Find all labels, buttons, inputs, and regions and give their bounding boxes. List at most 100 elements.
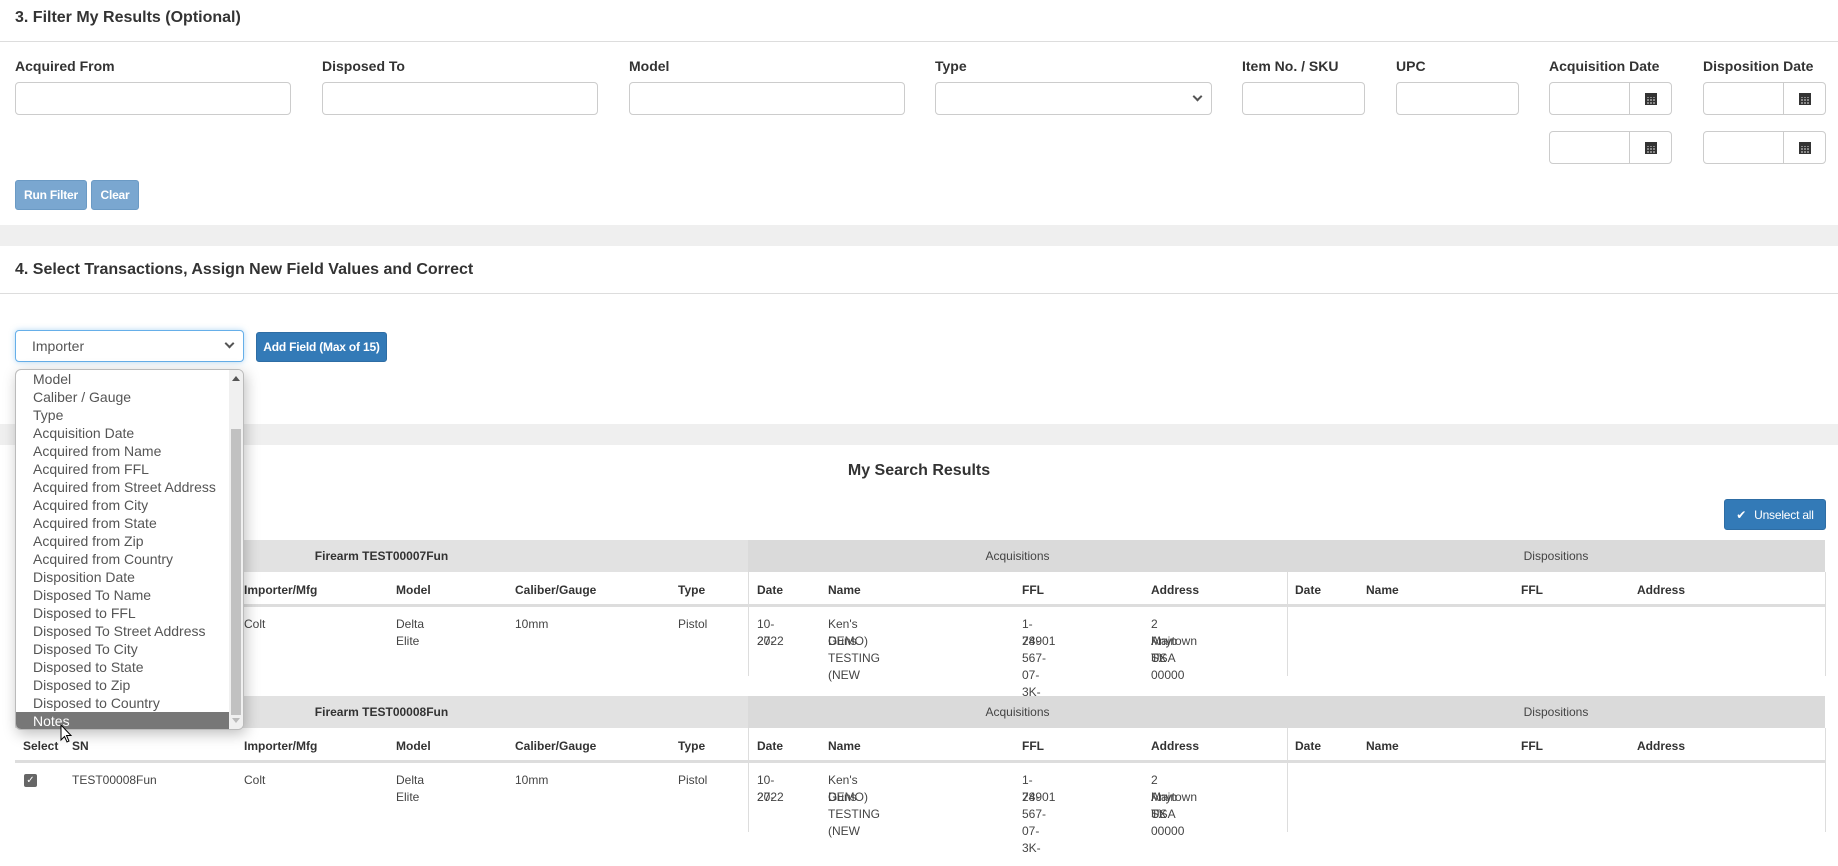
column-divider [748,728,749,832]
dis-address-header: Address [1637,739,1686,753]
model-input[interactable] [629,82,905,115]
calendar-icon [1644,141,1657,154]
acquisition-date-to-calendar-button[interactable] [1629,132,1671,163]
dropdown-option[interactable]: Acquired from Country [16,550,230,568]
dispositions-group-header: Dispositions [1287,696,1825,728]
chevron-down-icon [224,338,235,349]
dropdown-option[interactable]: Disposed To City [16,640,230,658]
dropdown-option[interactable]: Disposed to Zip [16,676,230,694]
dis-ffl-header: FFL [1521,583,1543,597]
run-filter-button[interactable]: Run Filter [15,180,87,210]
column-divider [1825,728,1826,832]
dropdown-option[interactable]: Caliber / Gauge [16,388,230,406]
header-divider [15,604,1825,607]
field-select-value: Importer [32,338,85,354]
dropdown-option[interactable]: Disposed to State [16,658,230,676]
type-select[interactable] [935,82,1212,115]
dropdown-option[interactable]: Acquired from City [16,496,230,514]
acq-address-header: Address [1151,583,1200,597]
acq-ffl-cell: 78901 [1022,790,1056,804]
row-select-checkbox[interactable]: ✓ [24,774,37,787]
acquisition-date-from-field[interactable] [1549,82,1672,115]
acq-name-header: Name [828,583,861,597]
scroll-up-icon[interactable] [232,376,240,381]
scrollbar-thumb[interactable] [231,429,241,715]
acquisitions-group-header: Acquisitions [748,540,1287,572]
unselect-all-button[interactable]: ✔ Unselect all [1724,499,1826,530]
upc-input[interactable] [1396,82,1519,115]
acq-name-cell: DEMO) [828,634,868,648]
acquired-from-input[interactable] [15,82,291,115]
add-field-button[interactable]: Add Field (Max of 15) [256,332,387,362]
header-divider [15,760,1825,763]
dropdown-option[interactable]: Disposed to FFL [16,604,230,622]
acq-ffl-header: FFL [1022,739,1044,753]
dis-address-header: Address [1637,583,1686,597]
column-divider [748,572,749,676]
type-cell: Pistol [678,773,708,787]
importer-cell: Colt [244,617,266,631]
divider [0,41,1838,42]
results-title: My Search Results [847,462,991,479]
assign-section-title: 4. Select Transactions, Assign New Field… [15,261,474,278]
acq-name-cell: DEMO) [828,790,868,804]
mouse-cursor-icon [60,724,73,743]
dropdown-option[interactable]: Disposed To Street Address [16,622,230,640]
model-header: Model [396,739,431,753]
model-label: Model [629,58,670,74]
dropdown-option[interactable]: Model [16,370,230,388]
disposed-to-input[interactable] [322,82,598,115]
acquisition-date-from-calendar-button[interactable] [1629,83,1671,114]
field-select[interactable]: Importer [15,330,244,362]
dropdown-option[interactable]: Acquired from Name [16,442,230,460]
acquisition-date-to-field[interactable] [1549,131,1672,164]
upc-label: UPC [1396,58,1426,74]
type-header: Type [678,739,706,753]
acq-ffl-cell: 1-24-567-07-3K- [1022,617,1047,699]
unselect-all-label: Unselect all [1754,507,1814,522]
dis-date-header: Date [1295,739,1322,753]
dropdown-option[interactable]: Notes [16,712,230,729]
dropdown-option[interactable]: Acquired from Zip [16,532,230,550]
field-select-dropdown[interactable]: Model Caliber / Gauge Type Acquisition Date… [15,369,244,730]
model-cell: Delta Elite [396,773,425,804]
dis-ffl-header: FFL [1521,739,1543,753]
acq-name-cell: Ken's Guns TESTING (NEW [828,773,881,838]
dispositions-group-header: Dispositions [1287,540,1825,572]
disposition-date-from-field[interactable] [1703,82,1826,115]
item-no-label: Item No. / SKU [1242,58,1339,74]
calendar-icon [1798,92,1811,105]
disposition-date-to-field[interactable] [1703,131,1826,164]
model-header: Model [396,583,431,597]
clear-button[interactable]: Clear [91,180,139,210]
dis-date-header: Date [1295,583,1322,597]
dropdown-option[interactable]: Acquired from Street Address [16,478,230,496]
dropdown-option[interactable]: Type [16,406,230,424]
scroll-down-icon[interactable] [232,718,240,723]
dropdown-option[interactable]: Disposed to Country [16,694,230,712]
sn-header: SN [72,739,89,753]
dropdown-option[interactable]: Acquisition Date [16,424,230,442]
disposition-date-label: Disposition Date [1703,58,1814,74]
dis-name-header: Name [1366,739,1399,753]
acq-ffl-header: FFL [1022,583,1044,597]
dropdown-option[interactable]: Acquired from FFL [16,460,230,478]
select-header: Select [23,739,59,753]
dropdown-option[interactable]: Disposed To Name [16,586,230,604]
dis-name-header: Name [1366,583,1399,597]
disposition-date-from-calendar-button[interactable] [1783,83,1825,114]
acq-name-cell: Ken's Guns TESTING (NEW [828,617,881,682]
filter-panel: 3. Filter My Results (Optional) Acquired… [0,0,1838,225]
dropdown-option[interactable]: Disposition Date [16,568,230,586]
acq-name-header: Name [828,739,861,753]
acq-address-cell: USA [1151,651,1176,665]
item-no-input[interactable] [1242,82,1365,115]
acq-date-cell: 2022 [757,634,784,648]
acq-ffl-cell: 1-24-567-07-3K- [1022,773,1047,855]
results-panel [0,445,1838,866]
dropdown-scrollbar[interactable] [229,370,243,729]
acq-date-header: Date [757,739,784,753]
dropdown-option[interactable]: Acquired from State [16,514,230,532]
type-cell: Pistol [678,617,708,631]
disposition-date-to-calendar-button[interactable] [1783,132,1825,163]
